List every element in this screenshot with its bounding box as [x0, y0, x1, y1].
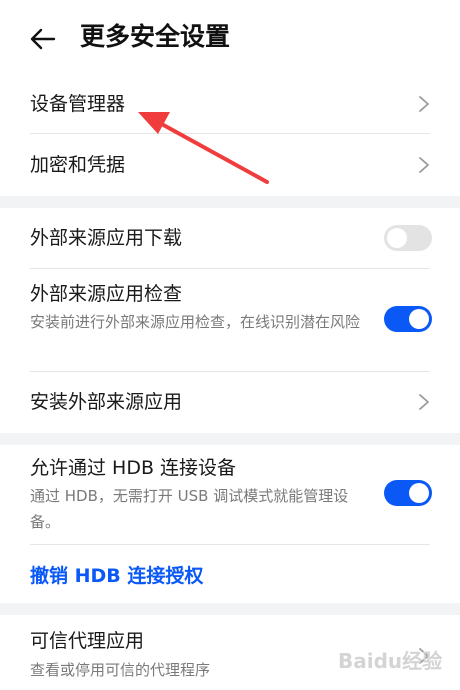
divider: [30, 544, 430, 545]
external-download-label: 外部来源应用下载: [30, 227, 183, 249]
back-button[interactable]: [26, 22, 60, 56]
section-hdb: 允许通过 HDB 连接设备 通过 HDB，无需打开 USB 调试模式就能管理设备…: [0, 445, 460, 603]
toggle-knob: [409, 483, 429, 503]
chevron-right-icon: [419, 157, 429, 173]
page-title: 更多安全设置: [80, 22, 231, 51]
install-external-label: 安装外部来源应用: [30, 391, 183, 413]
external-check-item[interactable]: 外部来源应用检查 安装前进行外部来源应用检查，在线识别潜在风险: [0, 269, 460, 371]
external-check-label: 外部来源应用检查: [30, 283, 183, 305]
toggle-knob: [409, 309, 429, 329]
external-check-toggle[interactable]: [384, 306, 432, 332]
external-download-toggle[interactable]: [384, 225, 432, 251]
arrow-left-icon: [30, 28, 56, 50]
hdb-connect-label: 允许通过 HDB 连接设备: [30, 457, 237, 479]
hdb-connect-desc: 通过 HDB，无需打开 USB 调试模式就能管理设备。: [30, 487, 349, 531]
encryption-credentials-label: 加密和凭据: [30, 154, 126, 176]
external-download-item[interactable]: 外部来源应用下载: [0, 208, 460, 268]
revoke-hdb-link[interactable]: 撤销 HDB 连接授权: [30, 563, 203, 589]
device-manager-label: 设备管理器: [30, 93, 126, 115]
toggle-knob: [387, 228, 407, 248]
trust-agent-desc: 查看或停用可信的代理程序: [30, 661, 211, 679]
chevron-right-icon: [419, 96, 429, 112]
header-bar: 更多安全设置: [0, 0, 460, 75]
hdb-connect-toggle[interactable]: [384, 480, 432, 506]
trust-agent-label: 可信代理应用: [30, 630, 145, 652]
section-external-sources: 外部来源应用下载 外部来源应用检查 安装前进行外部来源应用检查，在线识别潜在风险…: [0, 208, 460, 433]
svg-text:Baidu经验: Baidu经验: [338, 649, 442, 673]
external-check-desc: 安装前进行外部来源应用检查，在线识别潜在风险: [30, 313, 361, 331]
install-external-item[interactable]: 安装外部来源应用: [0, 372, 460, 433]
baidu-watermark-icon: Baidu经验: [338, 649, 442, 673]
annotation-arrow-icon: [138, 112, 269, 184]
chevron-right-icon: [419, 394, 429, 410]
hdb-connect-item[interactable]: 允许通过 HDB 连接设备 通过 HDB，无需打开 USB 调试模式就能管理设备…: [0, 445, 460, 544]
